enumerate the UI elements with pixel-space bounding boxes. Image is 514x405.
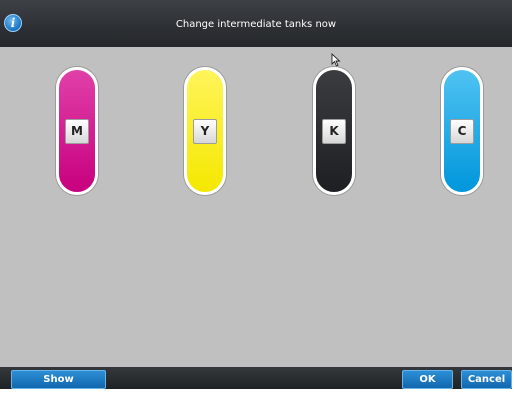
cancel-button[interactable]: Cancel <box>461 370 512 389</box>
show-instructions-button[interactable]: Show instructions <box>11 370 106 402</box>
tank-label-black: K <box>322 119 346 144</box>
tank-label-cyan: C <box>450 119 474 144</box>
tank-cyan[interactable]: C <box>441 67 483 195</box>
title-bar: i Change intermediate tanks now <box>0 0 512 47</box>
ok-button[interactable]: OK <box>402 370 453 389</box>
tank-magenta[interactable]: M <box>56 67 98 195</box>
mouse-pointer-icon <box>331 53 341 67</box>
tank-yellow[interactable]: Y <box>184 67 226 195</box>
tank-black[interactable]: K <box>313 67 355 195</box>
tank-label-magenta: M <box>65 119 89 144</box>
info-icon[interactable]: i <box>4 14 22 32</box>
bottom-toolbar: Show instructions OK Cancel <box>0 367 512 402</box>
tank-label-yellow: Y <box>193 119 217 144</box>
dialog-window: i Change intermediate tanks now M Y K C … <box>0 0 514 402</box>
dialog-title: Change intermediate tanks now <box>175 19 337 30</box>
